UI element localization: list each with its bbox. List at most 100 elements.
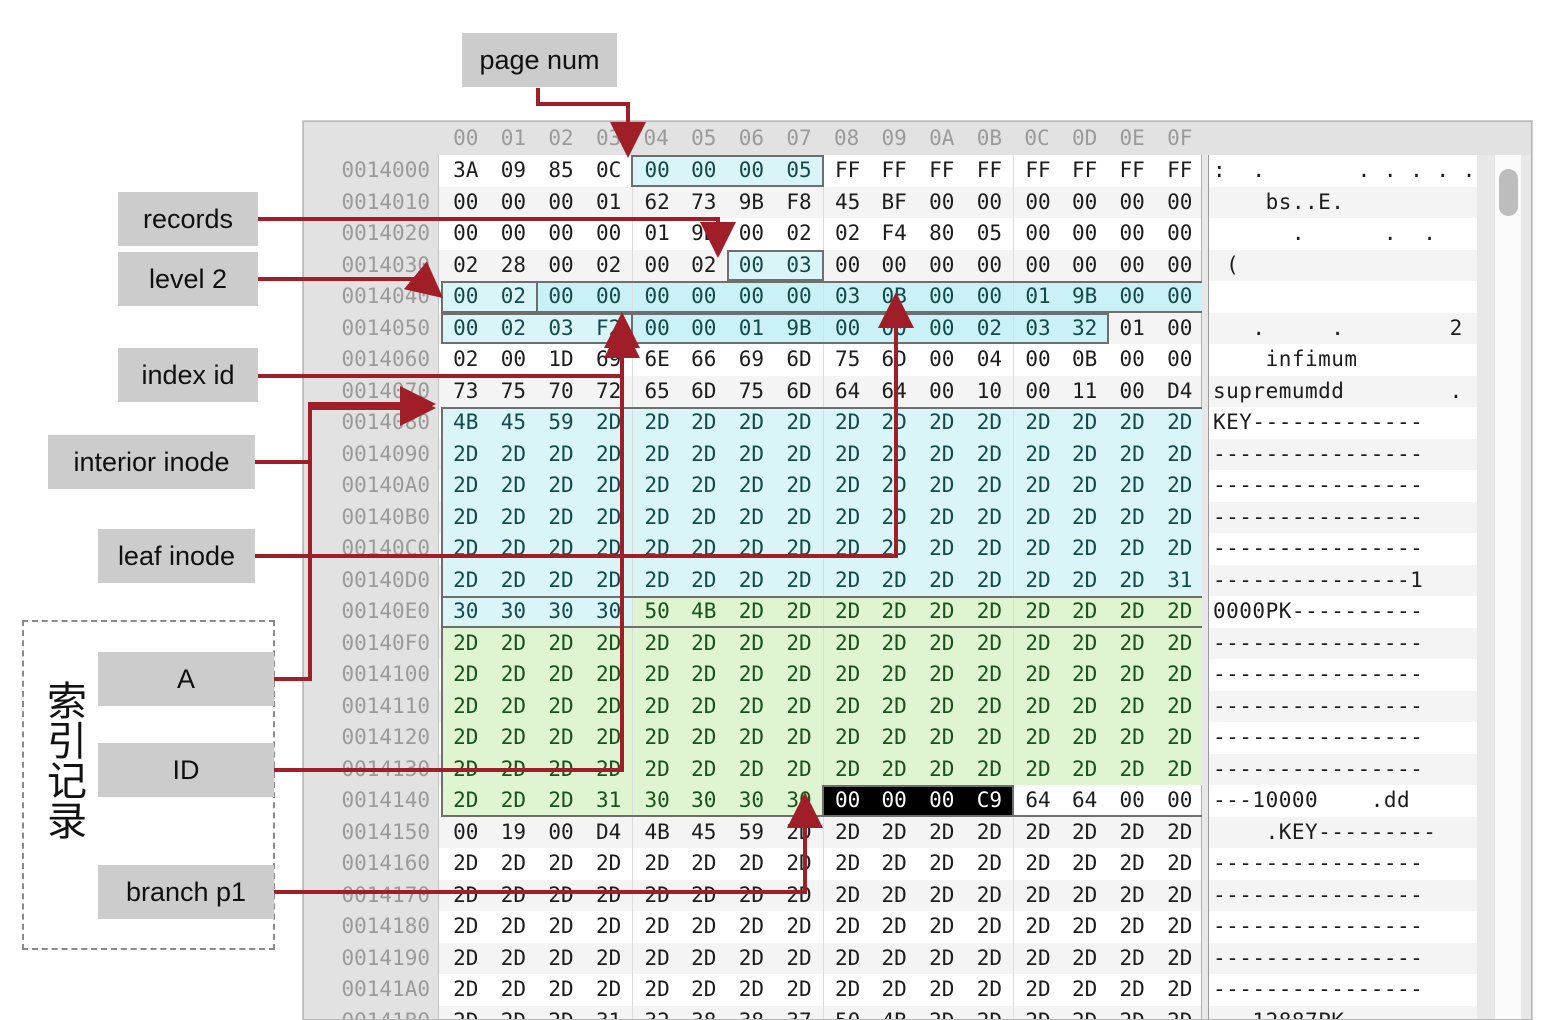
hex-byte[interactable]: 45: [680, 817, 728, 849]
hex-byte[interactable]: 9B: [1060, 281, 1109, 313]
hex-byte[interactable]: 00: [1013, 375, 1062, 407]
hex-byte[interactable]: 4B: [870, 1006, 918, 1020]
hex-byte[interactable]: 2D: [490, 911, 538, 943]
hex-byte[interactable]: 2D: [775, 407, 823, 439]
ascii-row[interactable]: . . 2: [1209, 312, 1477, 344]
hex-byte[interactable]: 2D: [1108, 753, 1156, 785]
hex-byte[interactable]: 2D: [775, 627, 823, 659]
hex-byte[interactable]: 2D: [775, 911, 823, 943]
hex-row[interactable]: 00 02 03 F2 00 00 01 9B 00 00 00 02 03 32 01 00: [439, 312, 1201, 344]
hex-byte[interactable]: 2D: [680, 911, 728, 943]
hex-byte[interactable]: 01: [1013, 281, 1062, 313]
hex-byte[interactable]: 2D: [918, 627, 966, 659]
hex-byte[interactable]: 00: [966, 250, 1014, 282]
hex-byte[interactable]: 00: [1108, 218, 1156, 250]
hex-byte[interactable]: 2D: [728, 943, 776, 975]
hex-byte[interactable]: 2D: [918, 974, 966, 1006]
hex-byte[interactable]: 2D: [775, 470, 823, 502]
hex-byte[interactable]: 9B: [728, 187, 776, 219]
hex-byte[interactable]: 6D: [680, 376, 728, 408]
hex-byte[interactable]: 2D: [537, 785, 585, 817]
hex-byte[interactable]: 30: [727, 785, 776, 817]
hex-row[interactable]: 00 02 00 00 00 00 00 00 03 0B 00 00 01 9B 00 00: [439, 281, 1204, 313]
hex-byte[interactable]: 2D: [870, 911, 918, 943]
ascii-row[interactable]: ----------------: [1209, 879, 1477, 911]
hex-byte[interactable]: 2D: [1013, 659, 1062, 691]
hex-byte[interactable]: 2D: [918, 848, 966, 880]
hex-byte[interactable]: FF: [966, 155, 1014, 187]
hex-byte[interactable]: 00: [1108, 344, 1156, 376]
hex-byte[interactable]: 2D: [1013, 848, 1062, 880]
hex-byte[interactable]: 2D: [489, 564, 538, 596]
hex-byte[interactable]: 02: [822, 218, 872, 250]
hex-byte[interactable]: 2D: [1060, 533, 1109, 565]
hex-byte[interactable]: 30: [537, 596, 585, 628]
hex-byte[interactable]: 30: [442, 596, 490, 628]
hex-byte[interactable]: 00: [727, 249, 776, 281]
hex-row[interactable]: 4B 45 59 2D 2D 2D 2D 2D 2D 2D 2D 2D 2D 2D 2D 2D: [439, 407, 1204, 439]
hex-byte[interactable]: 2D: [822, 627, 872, 659]
hex-byte[interactable]: 00: [1156, 187, 1204, 219]
hex-byte[interactable]: 38: [680, 1006, 728, 1020]
hex-row[interactable]: 02 28 00 02 00 02 00 03 00 00 00 00 00 00 00 00: [439, 249, 1201, 282]
hex-byte[interactable]: 00: [490, 187, 538, 219]
hex-byte[interactable]: 2D: [584, 438, 633, 470]
hex-byte[interactable]: 2D: [965, 722, 1014, 754]
hex-byte[interactable]: 2D: [489, 438, 538, 470]
hex-byte[interactable]: 2D: [1013, 470, 1062, 502]
hex-byte[interactable]: 2D: [585, 943, 633, 975]
hex-byte[interactable]: 31: [584, 785, 633, 817]
hex-byte[interactable]: 2D: [584, 722, 633, 754]
vertical-scrollbar-track[interactable]: [1494, 155, 1521, 1019]
hex-byte[interactable]: 2D: [489, 722, 538, 754]
hex-byte[interactable]: 62: [632, 186, 681, 218]
hex-byte[interactable]: 2D: [870, 596, 918, 628]
hex-byte[interactable]: 05: [775, 155, 823, 187]
hex-byte[interactable]: 2D: [775, 564, 823, 596]
hex-byte[interactable]: 2D: [918, 817, 966, 849]
hex-byte[interactable]: 2D: [442, 911, 490, 943]
hex-byte[interactable]: 00: [632, 249, 681, 281]
ascii-row[interactable]: infimum: [1209, 344, 1477, 376]
hex-byte[interactable]: 30: [680, 785, 728, 817]
hex-byte[interactable]: 00: [918, 312, 966, 344]
hex-byte[interactable]: 02: [489, 281, 538, 313]
hex-byte[interactable]: 2D: [966, 943, 1014, 975]
hex-byte[interactable]: 2D: [822, 911, 872, 943]
hex-byte[interactable]: 2D: [870, 722, 918, 754]
hex-byte[interactable]: 2D: [680, 470, 728, 502]
hex-byte[interactable]: 00: [1013, 344, 1062, 376]
hex-row[interactable]: 2D 2D 2D 2D 2D 2D 2D 2D 2D 2D 2D 2D 2D 2D 2D 2D: [439, 627, 1204, 659]
hex-byte[interactable]: 2D: [680, 722, 728, 754]
hex-byte[interactable]: 4B: [632, 816, 681, 848]
ascii-row[interactable]: ---------------1: [1209, 564, 1477, 596]
hex-byte[interactable]: 00: [870, 312, 918, 344]
hex-byte[interactable]: 2D: [775, 533, 823, 565]
hex-byte[interactable]: 2D: [822, 596, 872, 628]
hex-byte[interactable]: 2D: [442, 974, 490, 1006]
hex-byte[interactable]: 2D: [1156, 596, 1204, 628]
hex-byte[interactable]: 2D: [537, 880, 585, 912]
hex-byte[interactable]: 32: [632, 1005, 681, 1019]
hex-byte[interactable]: 2D: [584, 564, 633, 596]
ascii-row[interactable]: ----------------: [1209, 470, 1477, 502]
hex-byte[interactable]: 9B: [680, 218, 728, 250]
hex-byte[interactable]: 30: [632, 785, 681, 817]
ascii-row[interactable]: .KEY---------: [1209, 816, 1477, 848]
hex-byte[interactable]: 37: [775, 1006, 823, 1020]
hex-byte[interactable]: 2D: [966, 911, 1014, 943]
hex-byte[interactable]: 2D: [489, 690, 538, 722]
hex-byte[interactable]: 85: [537, 155, 585, 187]
hex-byte[interactable]: 2D: [822, 501, 872, 533]
hex-byte[interactable]: 00: [1061, 218, 1109, 250]
hex-byte[interactable]: 2D: [680, 533, 728, 565]
hex-byte[interactable]: 2D: [727, 564, 776, 596]
ascii-row[interactable]: ----------------: [1209, 690, 1477, 722]
hex-byte[interactable]: 2D: [490, 848, 538, 880]
hex-byte[interactable]: 2D: [537, 1006, 585, 1020]
hex-byte[interactable]: 2D: [728, 848, 776, 880]
hex-byte[interactable]: 2D: [1013, 690, 1062, 722]
hex-byte[interactable]: 2D: [1060, 722, 1109, 754]
hex-byte[interactable]: 2D: [1013, 879, 1062, 911]
hex-byte[interactable]: 2D: [537, 943, 585, 975]
